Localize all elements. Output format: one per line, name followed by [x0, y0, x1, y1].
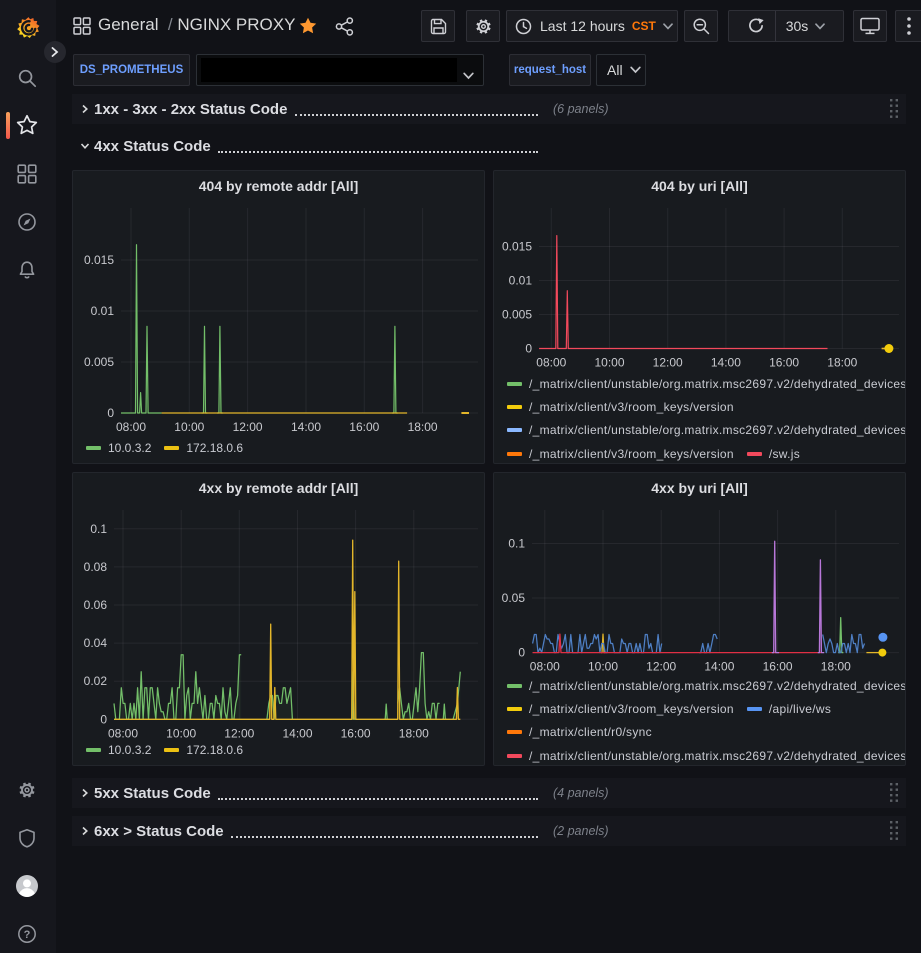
svg-text:18:00: 18:00	[827, 356, 857, 370]
svg-text:16:00: 16:00	[341, 726, 371, 740]
svg-text:0.1: 0.1	[508, 537, 525, 551]
svg-text:0.015: 0.015	[84, 253, 114, 267]
svg-text:0: 0	[518, 646, 525, 660]
svg-text:14:00: 14:00	[711, 356, 741, 370]
svg-text:14:00: 14:00	[291, 420, 321, 434]
svg-text:18:00: 18:00	[399, 726, 429, 740]
svg-text:0: 0	[107, 406, 114, 420]
svg-text:12:00: 12:00	[224, 726, 254, 740]
svg-text:0.04: 0.04	[84, 636, 108, 650]
svg-text:0.005: 0.005	[502, 308, 532, 322]
svg-text:14:00: 14:00	[282, 726, 312, 740]
svg-text:0.1: 0.1	[90, 522, 107, 536]
svg-text:16:00: 16:00	[349, 420, 379, 434]
svg-text:12:00: 12:00	[646, 660, 676, 674]
svg-text:12:00: 12:00	[233, 420, 263, 434]
svg-text:0.08: 0.08	[84, 560, 108, 574]
svg-text:0.06: 0.06	[84, 598, 108, 612]
svg-text:08:00: 08:00	[116, 420, 146, 434]
svg-text:08:00: 08:00	[108, 726, 138, 740]
svg-text:0.005: 0.005	[84, 355, 114, 369]
svg-text:08:00: 08:00	[536, 356, 566, 370]
svg-text:?: ?	[24, 929, 31, 941]
svg-text:16:00: 16:00	[769, 356, 799, 370]
svg-text:10:00: 10:00	[588, 660, 618, 674]
svg-text:0.05: 0.05	[502, 591, 526, 605]
svg-text:18:00: 18:00	[821, 660, 851, 674]
svg-text:16:00: 16:00	[763, 660, 793, 674]
svg-text:10:00: 10:00	[594, 356, 624, 370]
svg-text:12:00: 12:00	[653, 356, 683, 370]
svg-text:0.02: 0.02	[84, 674, 108, 688]
svg-text:0.015: 0.015	[502, 240, 532, 254]
svg-text:18:00: 18:00	[408, 420, 438, 434]
svg-text:14:00: 14:00	[704, 660, 734, 674]
svg-text:0.01: 0.01	[509, 274, 533, 288]
svg-text:0.01: 0.01	[91, 304, 115, 318]
svg-text:0: 0	[100, 712, 107, 726]
svg-text:08:00: 08:00	[530, 660, 560, 674]
svg-text:10:00: 10:00	[166, 726, 196, 740]
svg-text:10:00: 10:00	[174, 420, 204, 434]
svg-text:0: 0	[525, 342, 532, 356]
